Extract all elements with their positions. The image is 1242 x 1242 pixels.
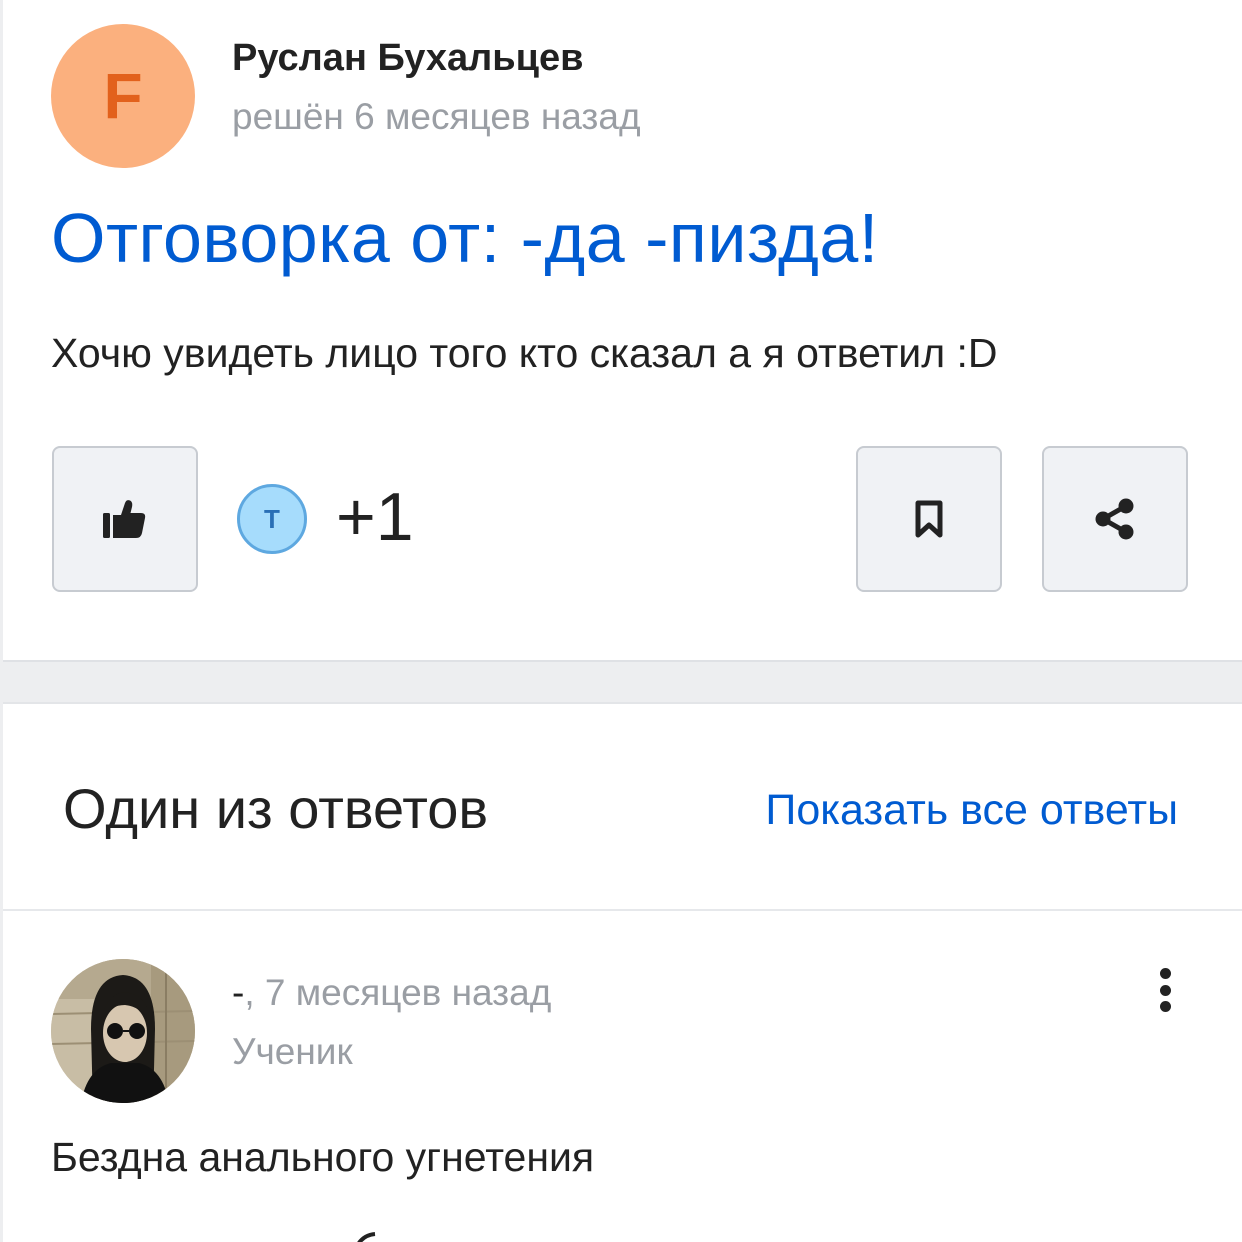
like-count: +1 [336, 479, 414, 555]
answerer-rank: Ученик [232, 1031, 353, 1072]
liker-avatar[interactable]: T [237, 484, 307, 554]
question-card: F Руслан Бухальцев решён 6 месяцев назад… [3, 0, 1242, 662]
solved-time: решён 6 месяцев назад [232, 96, 641, 137]
answer-card: Один из ответов Показать все ответы -, 7… [3, 702, 1242, 1242]
answer-time: , 7 месяцев назад [244, 972, 552, 1013]
liker-avatar-letter: T [264, 503, 280, 534]
show-all-answers-link[interactable]: Показать все ответы [765, 786, 1178, 835]
question-title[interactable]: Отговорка от: -да -пизда! [51, 198, 879, 278]
author-avatar-letter: F [103, 60, 143, 132]
thumbs-up-icon [103, 500, 146, 538]
question-body: Хочю увидеть лицо того кто сказал а я от… [51, 330, 998, 376]
answer-text: Бездна анального угнетения [51, 1134, 595, 1180]
more-vertical-icon-dot [1159, 968, 1171, 979]
share-icon [1095, 498, 1134, 540]
page: F Руслан Бухальцев решён 6 месяцев назад… [0, 0, 1242, 1242]
cut-off-glyph [357, 1232, 376, 1242]
answer-meta: -, 7 месяцев назад [232, 972, 551, 1014]
more-options-button[interactable] [1143, 968, 1187, 1012]
bookmark-icon [915, 500, 943, 538]
answers-section-title: Один из ответов [63, 777, 489, 840]
like-button[interactable] [52, 446, 198, 592]
author-name[interactable]: Руслан Бухальцев [232, 37, 583, 80]
answers-header: Один из ответов Показать все ответы [3, 704, 1242, 911]
bookmark-button[interactable] [856, 446, 1002, 592]
share-button[interactable] [1042, 446, 1188, 592]
answerer-name[interactable]: - [232, 972, 244, 1013]
answerer-avatar[interactable] [51, 959, 195, 1103]
answerer-photo [51, 959, 195, 1103]
author-avatar[interactable]: F [51, 24, 195, 168]
more-vertical-icon-dot [1159, 984, 1171, 996]
more-vertical-icon-dot [1159, 1001, 1171, 1012]
